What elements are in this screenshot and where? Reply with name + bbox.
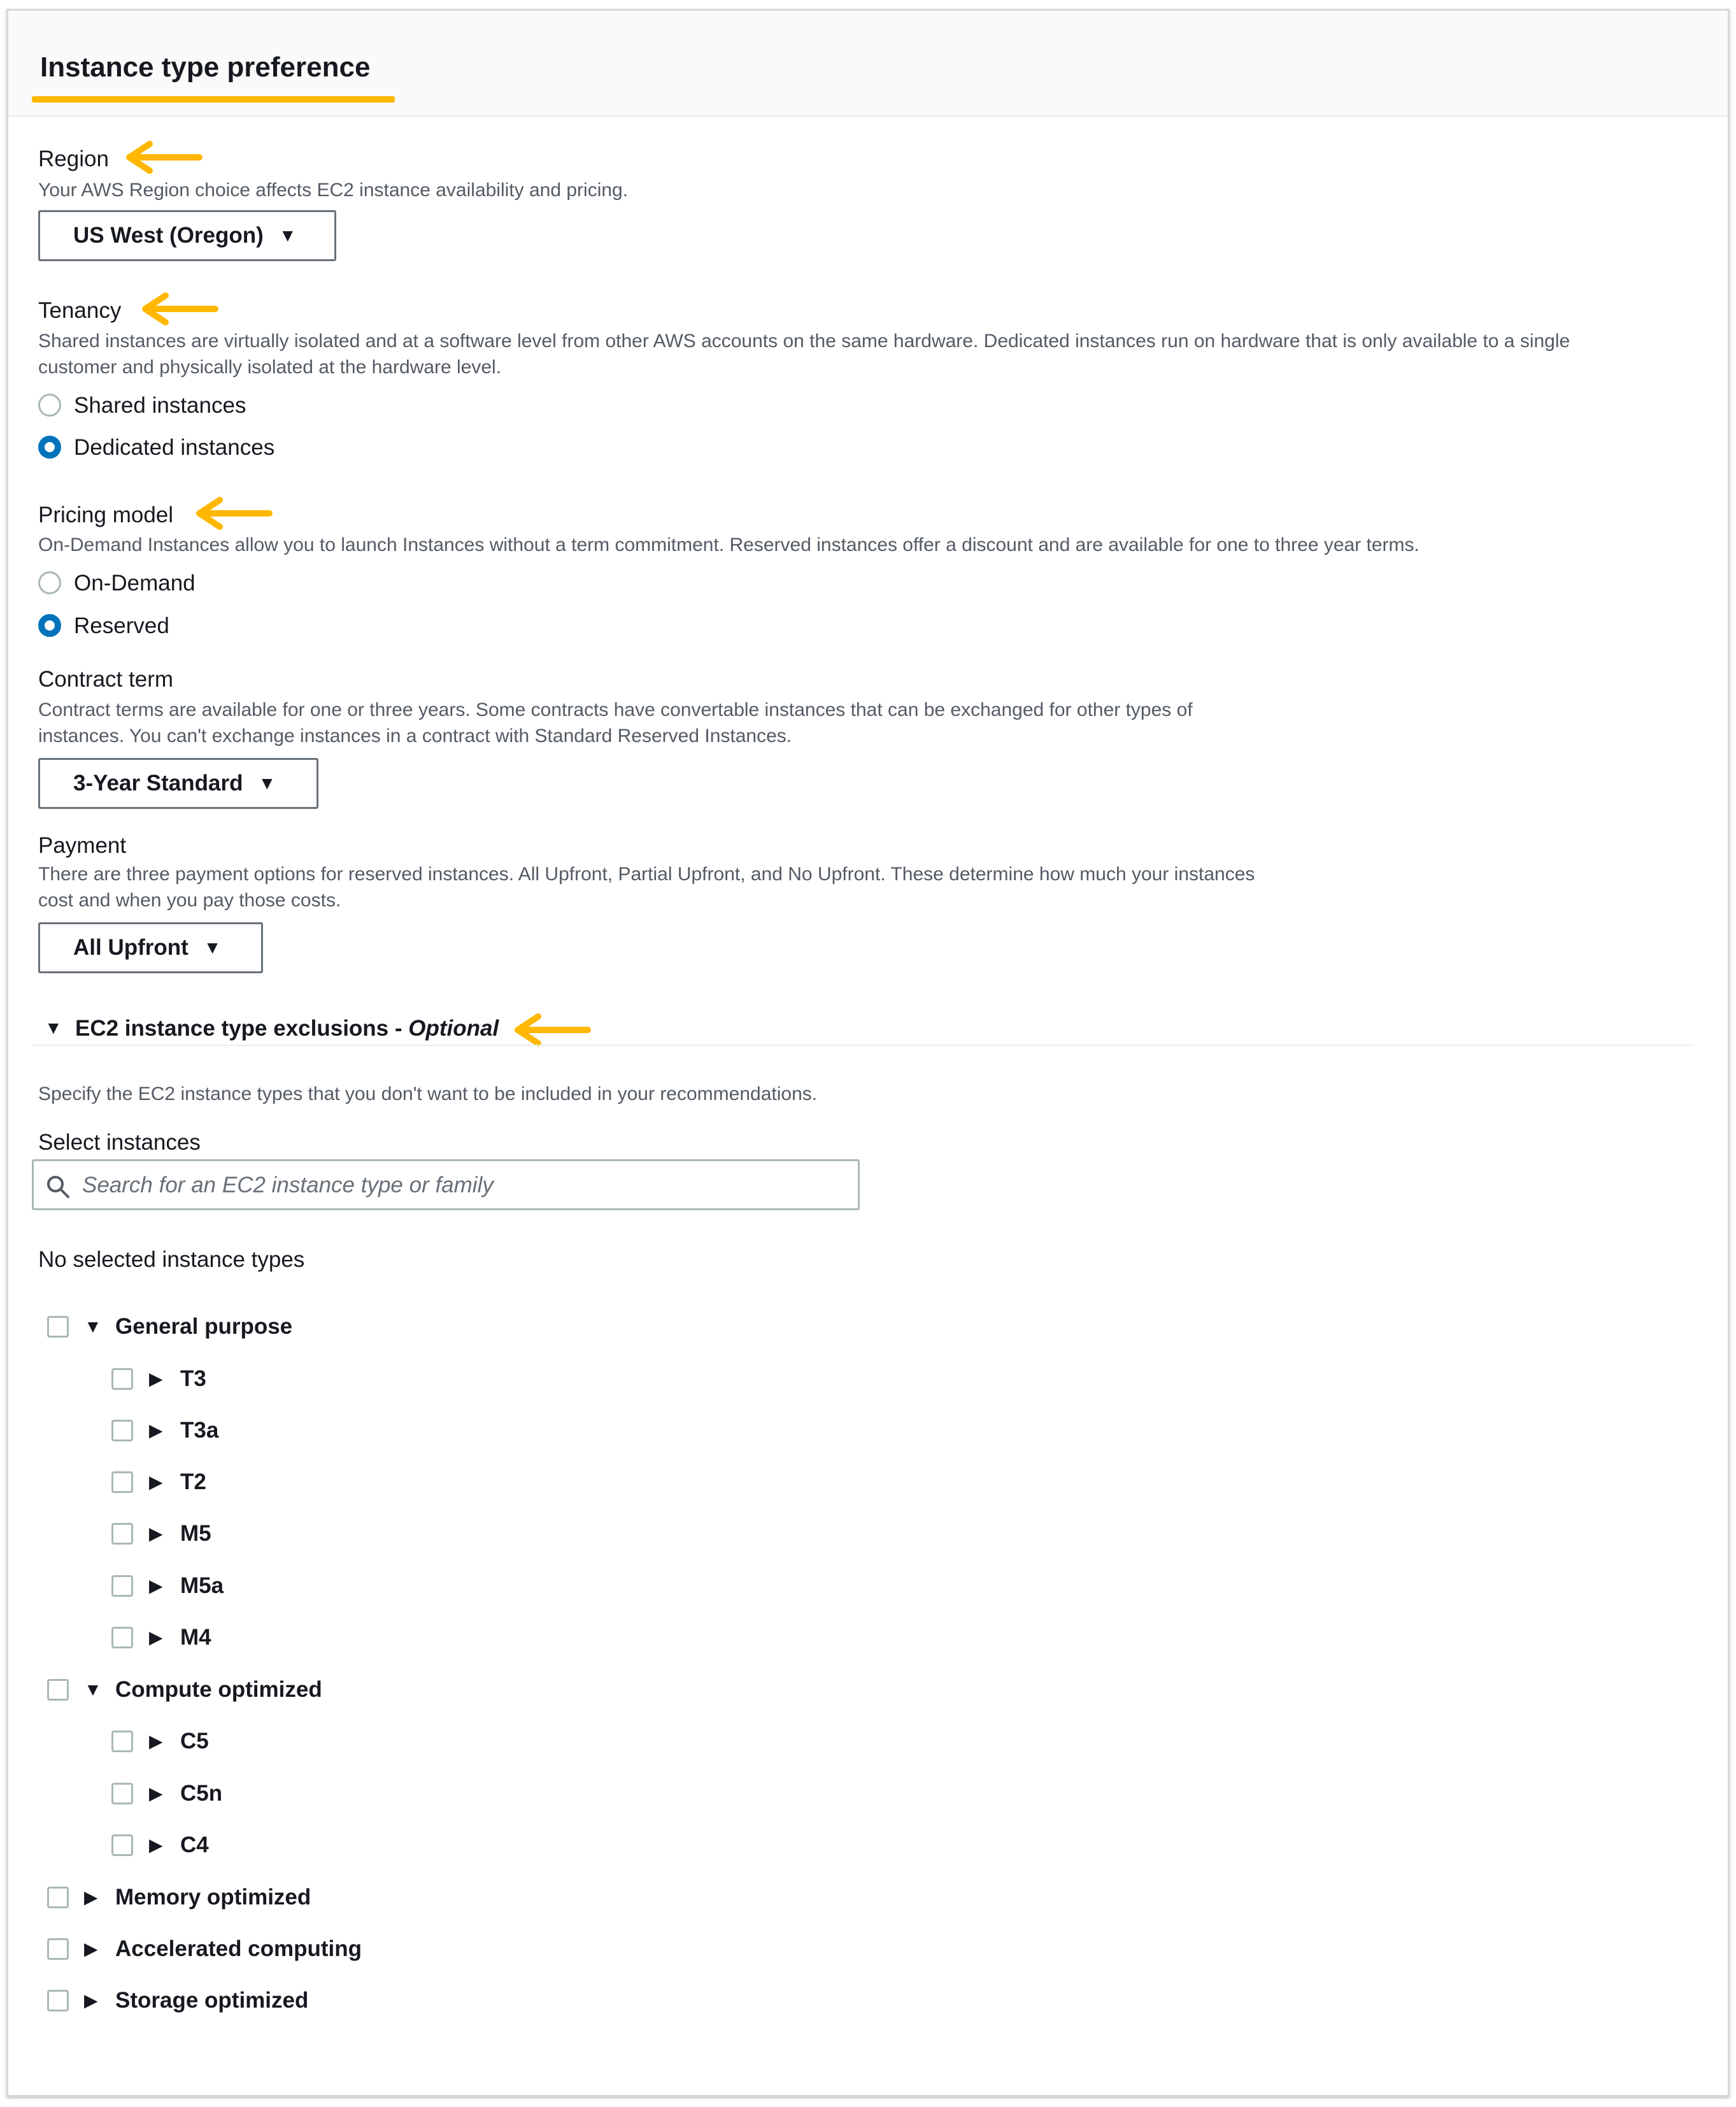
tree-item-c5[interactable]: C5 (180, 1729, 209, 1754)
radio-reserved[interactable] (38, 614, 61, 637)
contract-term-dropdown[interactable]: 3-Year Standard ▼ (38, 758, 318, 809)
payment-description: There are three payment options for rese… (38, 864, 1255, 911)
radio-shared-instances[interactable] (38, 394, 61, 417)
triangle-right-icon[interactable]: ▶ (84, 1938, 98, 1960)
checkbox-m5a[interactable] (111, 1575, 133, 1597)
panel-title: Instance type preference (40, 52, 371, 83)
panel-header: Instance type preference (8, 11, 1728, 117)
search-placeholder: Search for an EC2 instance type or famil… (82, 1173, 494, 1197)
checkbox-t2[interactable] (111, 1471, 133, 1493)
triangle-right-icon[interactable]: ▶ (149, 1523, 163, 1545)
triangle-right-icon[interactable]: ▶ (149, 1420, 163, 1441)
instance-type-preference-panel: Instance type preference (6, 9, 1730, 2097)
instance-search-input[interactable]: Search for an EC2 instance type or famil… (32, 1159, 860, 1210)
region-dropdown[interactable]: US West (Oregon) ▼ (38, 210, 336, 261)
tree-item-t3a[interactable]: T3a (180, 1418, 218, 1443)
contract-term-selected-value: 3-Year Standard (73, 771, 243, 796)
tree-item-t3[interactable]: T3 (180, 1366, 206, 1392)
pricing-model-label: Pricing model (38, 503, 174, 527)
section-divider (32, 1045, 1694, 1046)
caret-down-icon: ▼ (278, 225, 297, 245)
tree-item-m5[interactable]: M5 (180, 1521, 211, 1546)
tree-item-m5a[interactable]: M5a (180, 1573, 224, 1599)
checkbox-c5[interactable] (111, 1731, 133, 1752)
arrow-left-icon (142, 292, 218, 325)
arrow-left-icon (515, 1013, 591, 1046)
exclusions-description: Specify the EC2 instance types that you … (38, 1083, 818, 1104)
caret-down-icon: ▼ (203, 938, 222, 957)
region-selected-value: US West (Oregon) (73, 223, 264, 248)
search-icon (47, 1176, 69, 1198)
triangle-down-icon[interactable]: ▼ (45, 1018, 62, 1038)
no-selected-instance-types: No selected instance types (38, 1247, 305, 1272)
contract-term-label: Contract term (38, 667, 173, 692)
tree-item-compute-optimized[interactable]: Compute optimized (115, 1677, 322, 1703)
tenancy-description: Shared instances are virtually isolated … (38, 331, 1570, 378)
triangle-right-icon[interactable]: ▶ (149, 1627, 163, 1648)
tree-item-accelerated-computing[interactable]: Accelerated computing (115, 1936, 362, 1962)
triangle-right-icon[interactable]: ▶ (149, 1731, 163, 1752)
checkbox-c5n[interactable] (111, 1783, 133, 1804)
tree-item-c5n[interactable]: C5n (180, 1781, 222, 1806)
checkbox-m5[interactable] (111, 1523, 133, 1545)
tree-item-memory-optimized[interactable]: Memory optimized (115, 1885, 311, 1910)
checkbox-m4[interactable] (111, 1627, 133, 1648)
pricing-model-description: On-Demand Instances allow you to launch … (38, 534, 1419, 555)
radio-on-demand[interactable] (38, 571, 61, 594)
arrow-left-icon (196, 497, 273, 530)
payment-label: Payment (38, 833, 127, 858)
radio-label-on-demand: On-Demand (74, 571, 196, 596)
checkbox-memory-optimized[interactable] (47, 1887, 69, 1908)
tree-item-storage-optimized[interactable]: Storage optimized (115, 1988, 308, 2013)
caret-down-icon: ▼ (258, 773, 276, 793)
triangle-right-icon[interactable]: ▶ (84, 1887, 98, 1908)
triangle-right-icon[interactable]: ▶ (149, 1783, 163, 1804)
radio-label-dedicated-instances: Dedicated instances (74, 435, 275, 460)
checkbox-t3a[interactable] (111, 1420, 133, 1441)
arrow-left-icon (126, 141, 203, 174)
triangle-down-icon[interactable]: ▼ (84, 1316, 102, 1338)
tree-item-m4[interactable]: M4 (180, 1625, 211, 1650)
checkbox-accelerated-computing[interactable] (47, 1938, 69, 1960)
triangle-right-icon[interactable]: ▶ (149, 1368, 163, 1390)
triangle-right-icon[interactable]: ▶ (149, 1834, 163, 1856)
checkbox-storage-optimized[interactable] (47, 1990, 69, 2011)
payment-dropdown[interactable]: All Upfront ▼ (38, 922, 263, 973)
tenancy-label: Tenancy (38, 298, 122, 323)
triangle-down-icon[interactable]: ▼ (84, 1679, 102, 1701)
triangle-right-icon[interactable]: ▶ (149, 1471, 163, 1493)
radio-dedicated-instances[interactable] (38, 436, 61, 459)
triangle-right-icon[interactable]: ▶ (84, 1990, 98, 2011)
region-label: Region (38, 146, 109, 171)
tree-item-general-purpose[interactable]: General purpose (115, 1314, 292, 1339)
checkbox-general-purpose[interactable] (47, 1316, 69, 1338)
triangle-right-icon[interactable]: ▶ (149, 1575, 163, 1597)
checkbox-t3[interactable] (111, 1368, 133, 1390)
radio-label-shared-instances: Shared instances (74, 393, 246, 418)
payment-selected-value: All Upfront (73, 935, 189, 960)
tree-item-c4[interactable]: C4 (180, 1832, 209, 1858)
checkbox-c4[interactable] (111, 1834, 133, 1856)
tree-item-t2[interactable]: T2 (180, 1469, 206, 1495)
contract-term-description: Contract terms are available for one or … (38, 699, 1193, 746)
title-highlight-underline (32, 96, 395, 103)
radio-label-reserved: Reserved (74, 613, 169, 638)
region-description: Your AWS Region choice affects EC2 insta… (38, 180, 629, 201)
exclusions-section-toggle[interactable]: EC2 instance type exclusions - Optional (75, 1016, 499, 1041)
checkbox-compute-optimized[interactable] (47, 1679, 69, 1701)
select-instances-label: Select instances (38, 1130, 201, 1155)
exclusions-optional: Optional (408, 1016, 499, 1041)
exclusions-title: EC2 instance type exclusions - (75, 1016, 402, 1041)
